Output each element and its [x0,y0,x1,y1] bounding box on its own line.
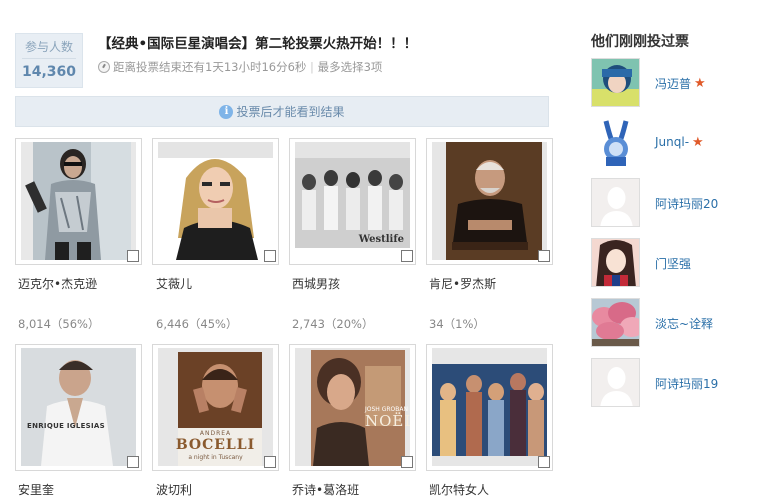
vote-checkbox[interactable] [401,456,413,468]
vote-checkbox[interactable] [264,456,276,468]
participants-label: 参与人数 [24,40,73,54]
candidate-card[interactable] [152,138,279,265]
candidate-name: 凯尔特女人 [429,483,490,497]
voter-name-text: 淡忘~诠释 [655,317,714,331]
candidate-name: 肯尼•罗杰斯 [429,277,497,291]
candidate-card[interactable]: ANDREA BOCELLI a night in Tuscany [152,344,279,471]
voter-name-text: 门坚强 [655,257,692,271]
candidate-name: 波切利 [156,483,193,497]
candidate-photo: ANDREA BOCELLI a night in Tuscany [158,348,273,466]
poll-title: 【经典•国际巨星演唱会】第二轮投票火热开始！！！ [98,36,418,52]
candidate-photo: JOSH GROBAN NOËL [295,348,410,466]
candidate-photo [21,142,136,260]
vote-checkbox[interactable] [264,250,276,262]
notice-text: 投票后才能看到结果 [236,105,345,119]
candidate-votes: 2,743（20%） [292,317,374,331]
groban-noel-text: NOËL [365,412,410,430]
candidate-votes: 8,014（56%） [18,317,100,331]
candidate-photo [158,142,273,260]
voter-name-text: Junql- [655,135,690,149]
candidate-name: 乔诗•葛洛班 [292,483,360,497]
westlife-logo-text: Westlife [358,234,404,245]
voter-name[interactable]: 阿诗玛丽19 [655,375,718,392]
poll-max-choice: 最多选择3项 [317,60,383,74]
star-icon: ★ [694,76,706,91]
voter-name[interactable]: Junql- ★ [655,135,704,149]
candidate-photo [432,142,547,260]
candidate-card[interactable] [426,138,553,265]
voter-name[interactable]: 淡忘~诠释 [655,315,713,332]
candidate-name: 西城男孩 [292,277,341,291]
vote-checkbox[interactable] [538,250,550,262]
candidate-card[interactable]: JOSH GROBAN NOËL [289,344,416,471]
results-notice: i 投票后才能看到结果 [15,96,549,127]
candidate-name: 安里奎 [18,483,55,497]
poll-meta: 距离投票结束还有1天13小时16分6秒 | 最多选择3项 [98,59,382,75]
participants-counter: 参与人数 14,360 [15,33,83,88]
avatar[interactable] [591,358,640,407]
avatar[interactable] [591,238,640,287]
avatar[interactable] [591,118,640,167]
vote-checkbox[interactable] [401,250,413,262]
info-icon: i [219,104,234,119]
voter-name-text: 阿诗玛丽20 [655,197,719,211]
bocelli-title-text: BOCELLI [175,437,256,453]
candidate-card[interactable]: ENRIQUE IGLESIAS [15,344,142,471]
candidate-name: 艾薇儿 [156,277,193,291]
voter-name-text: 阿诗玛丽19 [655,377,719,391]
avatar[interactable] [591,58,640,107]
avatar[interactable] [591,178,640,227]
poll-countdown: 距离投票结束还有1天13小时16分6秒 [113,60,307,74]
candidate-card[interactable] [426,344,553,471]
candidate-photo: Westlife [295,142,410,260]
candidate-photo [432,348,547,466]
candidate-card[interactable] [15,138,142,265]
voter-name[interactable]: 冯迈普 ★ [655,75,706,92]
avatar[interactable] [591,298,640,347]
participants-count: 14,360 [21,64,77,80]
star-icon: ★ [692,134,704,150]
bocelli-top-text: ANDREA [199,430,232,437]
counter-divider [22,58,76,59]
candidate-card[interactable]: Westlife [289,138,416,265]
bocelli-subtitle-text: a night in Tuscany [188,454,243,461]
vote-checkbox[interactable] [127,456,139,468]
candidate-photo: ENRIQUE IGLESIAS [21,348,136,466]
vote-checkbox[interactable] [127,250,139,262]
voter-name[interactable]: 门坚强 [655,255,691,272]
enrique-photo-text: ENRIQUE IGLESIAS [27,422,105,430]
candidate-name: 迈克尔•杰克逊 [18,277,98,291]
vote-checkbox[interactable] [538,456,550,468]
voter-name-text: 冯迈普 [655,77,692,91]
voter-name[interactable]: 阿诗玛丽20 [655,195,718,212]
meta-separator: | [306,60,318,74]
candidate-votes: 6,446（45%） [156,317,238,331]
recent-voters-title: 他们刚刚投过票 [591,34,689,50]
clock-icon [98,61,110,73]
candidate-votes: 34（1%） [429,317,485,331]
